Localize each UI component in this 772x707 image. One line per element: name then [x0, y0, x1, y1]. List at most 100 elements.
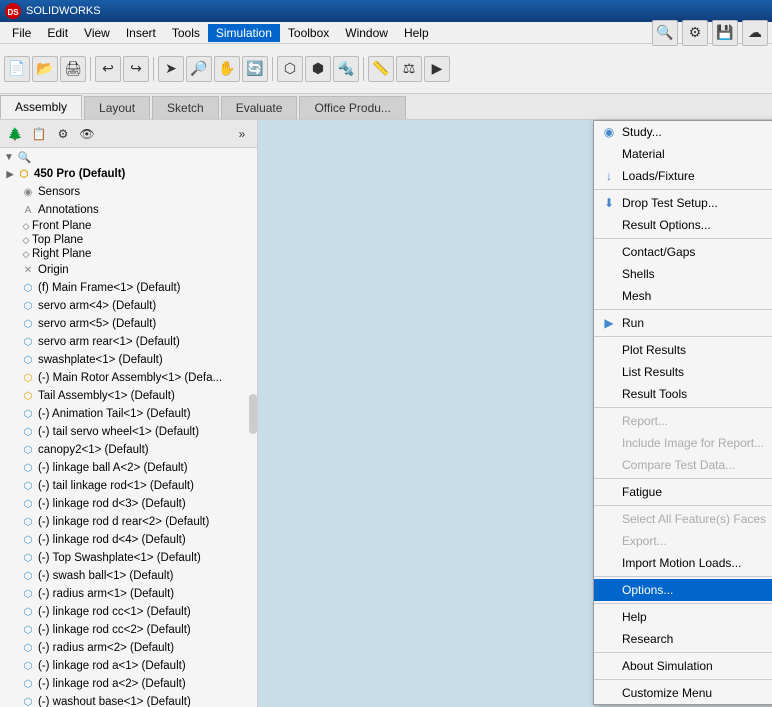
menu-item-material[interactable]: Material ▶ [594, 143, 772, 165]
tree-item-label: (-) linkage rod d<4> (Default) [38, 534, 186, 546]
menu-item-run[interactable]: ▶ Run [594, 312, 772, 334]
cloud-icon[interactable]: ☁ [742, 20, 768, 46]
menu-item-contact-gaps[interactable]: Contact/Gaps ▶ [594, 241, 772, 263]
panel-resize-handle[interactable] [249, 394, 257, 434]
assembly-btn[interactable]: ⬢ [305, 56, 331, 82]
print-btn[interactable]: 🖨 [60, 56, 86, 82]
select-btn[interactable]: ➤ [158, 56, 184, 82]
part-icon: ⬡ [20, 532, 36, 548]
tab-sketch[interactable]: Sketch [152, 96, 219, 119]
menu-item-mesh[interactable]: Mesh ▶ [594, 285, 772, 307]
tree-item-top-swashplate[interactable]: ⬡ (-) Top Swashplate<1> (Default) [0, 549, 257, 567]
pan-btn[interactable]: ✋ [214, 56, 240, 82]
menu-toolbox[interactable]: Toolbox [280, 24, 337, 42]
tree-item-right-plane[interactable]: ◇ Right Plane [0, 247, 257, 261]
menu-item-include-image[interactable]: Include Image for Report... [594, 432, 772, 454]
menu-edit[interactable]: Edit [39, 24, 76, 42]
menu-help[interactable]: Help [396, 24, 437, 42]
new-btn[interactable]: 📄 [4, 56, 30, 82]
menu-item-shells[interactable]: Shells ▶ [594, 263, 772, 285]
undo-btn[interactable]: ↩ [95, 56, 121, 82]
menu-item-result-options[interactable]: Result Options... [594, 214, 772, 236]
component-btn[interactable]: ⬡ [277, 56, 303, 82]
tree-item-servo-rear[interactable]: ⬡ servo arm rear<1> (Default) [0, 333, 257, 351]
fm-tree-btn[interactable]: 🌲 [4, 123, 26, 145]
menu-simulation[interactable]: Simulation [208, 24, 280, 42]
save-icon[interactable]: 💾 [712, 20, 738, 46]
zoom-btn[interactable]: 🔎 [186, 56, 212, 82]
menu-item-export[interactable]: Export... [594, 530, 772, 552]
tree-root[interactable]: ▶ ⬡ 450 Pro (Default) [0, 165, 257, 183]
tree-item-linkage-ballA2[interactable]: ⬡ (-) linkage ball A<2> (Default) [0, 459, 257, 477]
menu-window[interactable]: Window [337, 24, 396, 42]
tree-item-main-rotor[interactable]: ⬡ (-) Main Rotor Assembly<1> (Defa... [0, 369, 257, 387]
rotate-btn[interactable]: 🔄 [242, 56, 268, 82]
search-icon[interactable]: 🔍 [652, 20, 678, 46]
menu-item-list-results[interactable]: List Results ▶ [594, 361, 772, 383]
fm-config-btn[interactable]: ⚙ [52, 123, 74, 145]
menu-item-about-simulation[interactable]: About Simulation [594, 655, 772, 677]
tree-item-servo4[interactable]: ⬡ servo arm<4> (Default) [0, 297, 257, 315]
menu-item-select-faces[interactable]: Select All Feature(s) Faces [594, 508, 772, 530]
tab-office[interactable]: Office Produ... [299, 96, 405, 119]
tree-item-washout-base[interactable]: ⬡ (-) washout base<1> (Default) [0, 693, 257, 707]
tree-item-front-plane[interactable]: ◇ Front Plane [0, 219, 257, 233]
tree-item-linkage-a1[interactable]: ⬡ (-) linkage rod a<1> (Default) [0, 657, 257, 675]
tree-item-tail-servo[interactable]: ⬡ (-) tail servo wheel<1> (Default) [0, 423, 257, 441]
menu-item-fatigue[interactable]: Fatigue ▶ [594, 481, 772, 503]
menu-item-loads[interactable]: ↓ Loads/Fixture ▶ [594, 165, 772, 187]
menu-item-label: Fatigue [622, 485, 662, 499]
menu-item-plot-results[interactable]: Plot Results ▶ [594, 339, 772, 361]
tree-item-tail-linkage[interactable]: ⬡ (-) tail linkage rod<1> (Default) [0, 477, 257, 495]
tab-layout[interactable]: Layout [84, 96, 150, 119]
menu-insert[interactable]: Insert [118, 24, 164, 42]
tab-evaluate[interactable]: Evaluate [221, 96, 298, 119]
tree-item-linkage-d4[interactable]: ⬡ (-) linkage rod d<4> (Default) [0, 531, 257, 549]
measure-btn[interactable]: 📏 [368, 56, 394, 82]
study-icon: ◉ [600, 125, 618, 139]
tree-item-main-frame[interactable]: ⬡ (f) Main Frame<1> (Default) [0, 279, 257, 297]
tree-item-anim-tail[interactable]: ⬡ (-) Animation Tail<1> (Default) [0, 405, 257, 423]
menu-item-options[interactable]: Options... [594, 579, 772, 601]
options-icon[interactable]: ⚙ [682, 20, 708, 46]
menu-item-compare-test[interactable]: Compare Test Data... [594, 454, 772, 476]
mass-btn[interactable]: ⚖ [396, 56, 422, 82]
menu-item-report[interactable]: Report... [594, 410, 772, 432]
tree-item-radius-arm1[interactable]: ⬡ (-) radius arm<1> (Default) [0, 585, 257, 603]
open-btn[interactable]: 📂 [32, 56, 58, 82]
tree-item-top-plane[interactable]: ◇ Top Plane [0, 233, 257, 247]
tree-item-annotations[interactable]: A Annotations [0, 201, 257, 219]
tree-item-swashplate[interactable]: ⬡ swashplate<1> (Default) [0, 351, 257, 369]
tree-item-linkage-d-rear2[interactable]: ⬡ (-) linkage rod d rear<2> (Default) [0, 513, 257, 531]
menu-item-research[interactable]: Research [594, 628, 772, 650]
redo-btn[interactable]: ↪ [123, 56, 149, 82]
tree-item-linkage-cc2[interactable]: ⬡ (-) linkage rod cc<2> (Default) [0, 621, 257, 639]
mate-btn[interactable]: 🔩 [333, 56, 359, 82]
menu-item-help[interactable]: Help ▶ [594, 606, 772, 628]
menu-view[interactable]: View [76, 24, 118, 42]
fm-display-btn[interactable]: 👁 [76, 123, 98, 145]
menu-item-import-motion[interactable]: Import Motion Loads... [594, 552, 772, 574]
tree-filter[interactable]: ▼ 🔍 [0, 150, 257, 165]
tree-item-servo5[interactable]: ⬡ servo arm<5> (Default) [0, 315, 257, 333]
tree-item-origin[interactable]: ✕ Origin [0, 261, 257, 279]
fm-expand-btn[interactable]: » [231, 123, 253, 145]
tree-item-linkage-cc1[interactable]: ⬡ (-) linkage rod cc<1> (Default) [0, 603, 257, 621]
tree-item-tail-assembly[interactable]: ⬡ Tail Assembly<1> (Default) [0, 387, 257, 405]
menu-item-study[interactable]: ◉ Study... ▶ [594, 121, 772, 143]
tree-item-radius-arm2[interactable]: ⬡ (-) radius arm<2> (Default) [0, 639, 257, 657]
tree-item-swash-ball[interactable]: ⬡ (-) swash ball<1> (Default) [0, 567, 257, 585]
menu-file[interactable]: File [4, 24, 39, 42]
menu-item-customize-menu[interactable]: Customize Menu [594, 682, 772, 704]
fm-properties-btn[interactable]: 📋 [28, 123, 50, 145]
menu-item-result-tools[interactable]: Result Tools ▶ [594, 383, 772, 405]
tab-assembly[interactable]: Assembly [0, 95, 82, 119]
menu-item-label: Help [622, 610, 647, 624]
tree-item-linkage-a2[interactable]: ⬡ (-) linkage rod a<2> (Default) [0, 675, 257, 693]
simulation-btn[interactable]: ▶ [424, 56, 450, 82]
menu-tools[interactable]: Tools [164, 24, 208, 42]
tree-item-sensors[interactable]: ◉ Sensors [0, 183, 257, 201]
tree-item-linkage-d3[interactable]: ⬡ (-) linkage rod d<3> (Default) [0, 495, 257, 513]
tree-item-canopy[interactable]: ⬡ canopy2<1> (Default) [0, 441, 257, 459]
menu-item-drop-test[interactable]: ⬇ Drop Test Setup... [594, 192, 772, 214]
